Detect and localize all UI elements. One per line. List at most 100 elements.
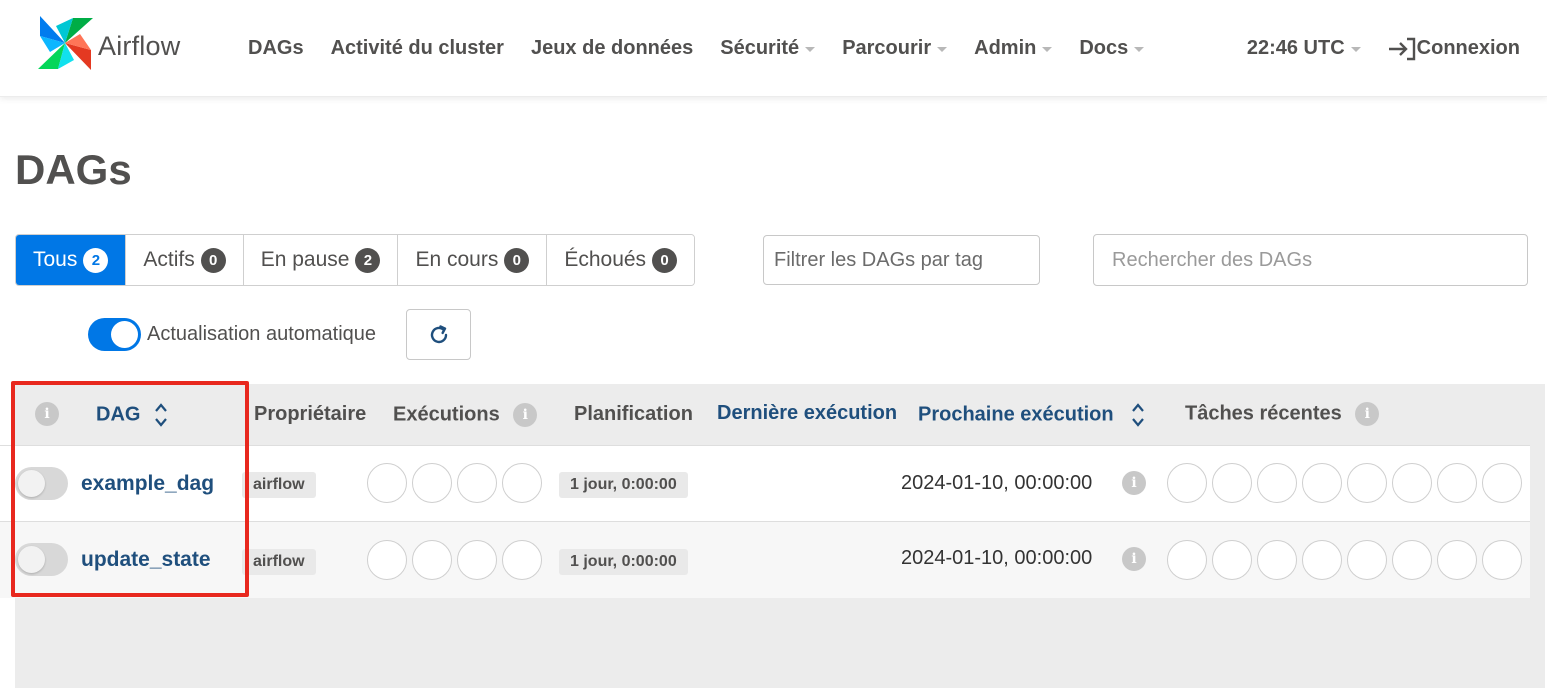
column-header-last-run[interactable]: Dernière exécution <box>717 402 897 425</box>
task-status-circle[interactable] <box>1482 463 1522 503</box>
run-status-circle[interactable] <box>502 463 542 503</box>
column-header-owner: Propriétaire <box>254 403 367 425</box>
tab-failed-label: Échoués <box>564 248 647 271</box>
count-badge: 2 <box>83 247 109 273</box>
nav-browse[interactable]: Parcourir <box>842 37 948 60</box>
tag-filter-placeholder: Filtrer les DAGs par tag <box>774 248 983 271</box>
nav-docs-label: Docs <box>1079 37 1129 59</box>
info-icon[interactable]: i <box>513 403 538 427</box>
tab-active-label: Actifs <box>143 248 195 271</box>
search-dags-input[interactable]: Rechercher des DAGs <box>1093 234 1528 286</box>
column-header-recent-tasks-label: Tâches récentes <box>1185 402 1342 425</box>
task-status-circle[interactable] <box>1302 463 1342 503</box>
schedule-badge[interactable]: 1 jour, 0:00:00 <box>559 472 688 498</box>
nav-right: 22:46 UTC Connexion <box>1247 0 1520 97</box>
caret-down-icon <box>1042 47 1053 52</box>
auto-refresh: Actualisation automatique <box>88 318 376 351</box>
nav-cluster-activity-label: Activité du cluster <box>330 37 504 59</box>
next-run-value: 2024-01-10, 00:00:00 <box>901 547 1093 569</box>
task-status-circle[interactable] <box>1167 463 1207 503</box>
run-status-circle[interactable] <box>457 463 497 503</box>
column-header-runs: Exécutions i <box>393 403 538 427</box>
run-status-circle[interactable] <box>367 540 407 580</box>
run-status-circle[interactable] <box>457 540 497 580</box>
nav-dags-label: DAGs <box>248 37 304 59</box>
clock-time: 22:46 UTC <box>1246 37 1345 59</box>
next-run-value: 2024-01-10, 00:00:00 <box>901 472 1093 494</box>
nav-datasets-label: Jeux de données <box>530 37 694 59</box>
task-status-circle[interactable] <box>1257 463 1297 503</box>
brand-name: Airflow <box>98 31 181 61</box>
refresh-button[interactable] <box>406 309 471 360</box>
caret-down-icon <box>937 47 948 52</box>
nav-admin[interactable]: Admin <box>974 37 1053 60</box>
page-title: DAGs <box>15 146 132 193</box>
annotation-highlight-box <box>11 381 249 597</box>
tab-all-label: Tous <box>33 248 78 271</box>
refresh-icon <box>430 324 447 343</box>
tab-running-label: En cours <box>415 248 499 271</box>
count-badge: 2 <box>355 247 381 273</box>
run-status-circle[interactable] <box>502 540 542 580</box>
task-status-circle[interactable] <box>1347 540 1387 580</box>
main-nav: DAGs Activité du cluster Jeux de données… <box>248 0 1171 97</box>
caret-down-icon <box>1350 47 1361 52</box>
info-icon[interactable]: i <box>1355 402 1380 426</box>
toggle-knob <box>111 321 138 348</box>
task-status-circle[interactable] <box>1257 540 1297 580</box>
nav-browse-label: Parcourir <box>842 37 932 59</box>
tab-active[interactable]: Actifs 0 <box>126 235 244 285</box>
search-placeholder: Rechercher des DAGs <box>1112 248 1313 271</box>
login-label: Connexion <box>1416 37 1520 59</box>
info-icon[interactable]: i <box>1122 471 1146 495</box>
task-status-circle[interactable] <box>1347 463 1387 503</box>
column-header-runs-label: Exécutions <box>393 403 500 426</box>
column-header-next-run-label: Prochaine exécution <box>918 403 1114 426</box>
task-status-circle[interactable] <box>1392 463 1432 503</box>
auto-refresh-toggle[interactable] <box>88 318 141 351</box>
run-status-circle[interactable] <box>367 463 407 503</box>
auto-refresh-label: Actualisation automatique <box>147 323 377 345</box>
count-badge: 0 <box>652 247 678 273</box>
info-icon[interactable]: i <box>1122 547 1146 571</box>
login-link[interactable]: Connexion <box>1387 36 1520 62</box>
run-status-circle[interactable] <box>412 463 452 503</box>
task-status-circle[interactable] <box>1167 540 1207 580</box>
tab-paused-label: En pause <box>260 248 350 271</box>
nav-dags[interactable]: DAGs <box>248 37 304 60</box>
task-status-circle[interactable] <box>1437 540 1477 580</box>
task-status-circle[interactable] <box>1437 463 1477 503</box>
navbar: Airflow DAGs Activité du cluster Jeux de… <box>0 0 1547 97</box>
tab-failed[interactable]: Échoués 0 <box>547 235 695 285</box>
nav-docs[interactable]: Docs <box>1079 37 1145 60</box>
task-status-circle[interactable] <box>1392 540 1432 580</box>
caret-down-icon <box>1134 47 1145 52</box>
count-badge: 0 <box>504 247 530 273</box>
nav-datasets[interactable]: Jeux de données <box>531 37 693 60</box>
nav-cluster-activity[interactable]: Activité du cluster <box>331 37 504 60</box>
timezone-dropdown[interactable]: 22:46 UTC <box>1247 37 1361 60</box>
tab-paused[interactable]: En pause 2 <box>243 235 399 285</box>
run-status-circle[interactable] <box>412 540 452 580</box>
task-status-circle[interactable] <box>1302 540 1342 580</box>
nav-security-label: Sécurité <box>720 37 800 59</box>
count-badge: 0 <box>200 247 226 273</box>
task-status-circle[interactable] <box>1212 463 1252 503</box>
task-status-circle[interactable] <box>1212 540 1252 580</box>
task-status-circle[interactable] <box>1482 540 1522 580</box>
owner-badge[interactable]: airflow <box>242 472 316 498</box>
column-header-schedule: Planification <box>574 403 693 425</box>
nav-admin-label: Admin <box>974 37 1037 59</box>
tab-all[interactable]: Tous 2 <box>16 235 127 285</box>
column-header-next-run[interactable]: Prochaine exécution <box>918 402 1145 428</box>
tag-filter-input[interactable]: Filtrer les DAGs par tag <box>763 235 1040 285</box>
sign-in-icon <box>1388 37 1415 60</box>
brand-home-link[interactable]: Airflow <box>36 14 180 72</box>
column-header-recent-tasks: Tâches récentes i <box>1185 402 1380 426</box>
schedule-badge[interactable]: 1 jour, 0:00:00 <box>559 549 688 575</box>
status-filter-tabs: Tous 2 Actifs 0 En pause 2 En cours 0 Éc… <box>15 234 696 286</box>
nav-security[interactable]: Sécurité <box>720 37 816 60</box>
sort-icon <box>1132 403 1145 427</box>
tab-running[interactable]: En cours 0 <box>398 235 548 285</box>
owner-badge[interactable]: airflow <box>242 549 316 575</box>
